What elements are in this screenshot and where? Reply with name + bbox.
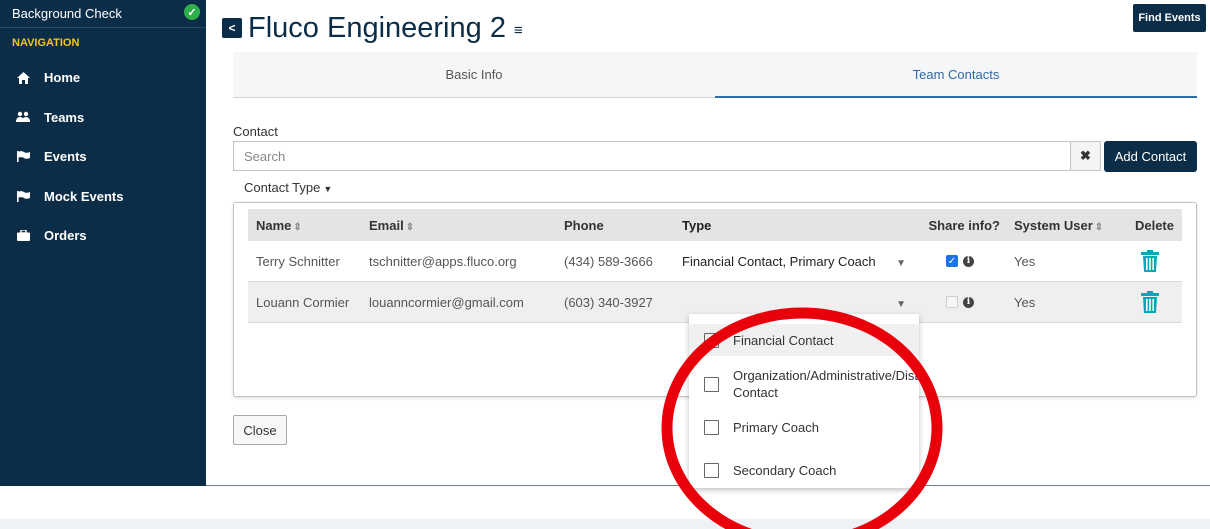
clear-search-button[interactable]: ✖ — [1071, 141, 1101, 171]
tab-team-contacts[interactable]: Team Contacts — [715, 52, 1197, 98]
type-select[interactable]: ▼ — [682, 295, 912, 310]
contact-type-label: Contact Type — [244, 180, 321, 195]
sidebar-item-orders[interactable]: Orders — [0, 216, 206, 256]
hamburger-menu-icon[interactable]: ≡ — [514, 22, 523, 39]
sidebar-item-label: Orders — [44, 228, 87, 244]
cell-delete — [1118, 250, 1182, 272]
close-button[interactable]: Close — [233, 415, 287, 445]
option-label: Primary Coach — [733, 420, 819, 435]
sidebar-item-events[interactable]: Events — [0, 137, 206, 177]
cell-email: tschnitter@apps.fluco.org — [369, 253, 517, 269]
col-share-header: Share info? — [928, 217, 1000, 233]
contact-label: Contact — [233, 124, 278, 139]
cell-name: Louann Cormier — [256, 294, 350, 310]
col-type-header: Type — [682, 217, 712, 233]
table-header: Name ⇕ Email ⇕ Phone Type Share info? Syst… — [248, 209, 1182, 241]
type-dropdown-menu: Financial Contact Organization/Administr… — [689, 314, 919, 488]
checkbox[interactable] — [704, 377, 719, 392]
sidebar-item-label: Events — [44, 149, 87, 165]
sidebar-item-label: Teams — [44, 109, 85, 125]
sidebar-item-label: Mock Events — [44, 188, 124, 204]
col-email-label: Email — [369, 217, 404, 233]
chevron-left-icon: < — [228, 21, 236, 35]
close-icon: ✖ — [1080, 148, 1091, 163]
dropdown-option-financial-contact[interactable]: Financial Contact — [689, 324, 919, 356]
sidebar-item-label: Home — [44, 70, 81, 86]
checkbox[interactable] — [704, 463, 719, 478]
navigation-header: NAVIGATION — [12, 37, 80, 49]
sort-icon: ⇕ — [293, 221, 302, 233]
users-icon — [16, 111, 30, 123]
sidebar-item-home[interactable]: Home — [0, 58, 206, 98]
type-select[interactable]: Financial Contact, Primary Coach ▼ — [682, 254, 912, 269]
option-label: Secondary Coach — [733, 463, 837, 478]
col-name-label: Name — [256, 217, 292, 233]
page-title: Fluco Engineering 2 — [248, 11, 506, 44]
col-email-header[interactable]: Email ⇕ — [369, 218, 564, 233]
check-circle-icon: ✓ — [184, 4, 200, 20]
sort-icon: ⇕ — [1094, 221, 1104, 233]
briefcase-icon — [16, 230, 30, 242]
cell-delete — [1118, 291, 1182, 313]
flag-icon — [16, 151, 30, 163]
sidebar-item-teams[interactable]: Teams — [0, 98, 206, 138]
col-delete-header: Delete — [1134, 217, 1174, 233]
cell-system-user: Yes — [1014, 294, 1036, 310]
tab-basic-info[interactable]: Basic Info — [233, 52, 715, 98]
flag-icon — [16, 190, 30, 202]
cell-phone: (603) 340-3927 — [564, 294, 653, 310]
title-row: < Fluco Engineering 2 ≡ — [222, 8, 523, 48]
info-icon[interactable]: i — [963, 255, 974, 267]
add-contact-button[interactable]: Add Contact — [1104, 141, 1197, 172]
find-events-button[interactable]: Find Events — [1133, 4, 1206, 32]
background-check-item[interactable]: Background Check ✓ — [0, 0, 206, 28]
caret-down-icon: ▼ — [896, 257, 906, 269]
cell-system-user: Yes — [1014, 253, 1036, 269]
checkbox[interactable] — [704, 420, 719, 435]
dropdown-option-secondary-coach[interactable]: Secondary Coach — [689, 462, 919, 482]
caret-down-icon: ▼ — [896, 298, 906, 310]
col-name-header[interactable]: Name ⇕ — [248, 218, 369, 233]
home-icon — [16, 71, 30, 84]
col-system-user-header[interactable]: System User ⇕ — [1008, 218, 1118, 233]
footer-band — [0, 519, 1210, 529]
caret-down-icon: ▼ — [323, 184, 333, 194]
sidebar: Background Check ✓ NAVIGATION Home Teams… — [0, 0, 206, 486]
back-button[interactable]: < — [222, 18, 242, 38]
option-label: Financial Contact — [733, 333, 834, 348]
background-check-label: Background Check — [12, 6, 122, 21]
contacts-table: Name ⇕ Email ⇕ Phone Type Share info? Syst… — [248, 209, 1182, 323]
cell-email: louanncormier@gmail.com — [369, 294, 524, 310]
dropdown-option-primary-coach[interactable]: Primary Coach — [689, 419, 919, 439]
info-icon[interactable]: i — [963, 296, 974, 308]
sidebar-item-mock-events[interactable]: Mock Events — [0, 177, 206, 217]
col-system-user-label: System User — [1014, 217, 1093, 233]
contact-type-dropdown[interactable]: Contact Type ▼ — [244, 180, 332, 195]
cell-share: i — [912, 296, 1008, 308]
option-label: Organization/Administrative/Dist Contact — [733, 368, 918, 400]
col-phone-header: Phone — [564, 217, 604, 233]
dropdown-option-organization-contact[interactable]: Organization/Administrative/Dist Contact — [689, 367, 919, 407]
tab-bar: Basic Info Team Contacts — [233, 52, 1197, 98]
share-checkbox[interactable] — [946, 296, 958, 308]
trash-icon[interactable] — [1141, 291, 1159, 313]
cell-name: Terry Schnitter — [256, 253, 340, 269]
cell-phone: (434) 589-3666 — [564, 253, 653, 269]
table-row: Terry Schnitter tschnitter@apps.fluco.org… — [248, 241, 1182, 282]
trash-icon[interactable] — [1141, 250, 1159, 272]
sort-icon: ⇕ — [405, 221, 415, 233]
share-checkbox[interactable]: ✓ — [946, 255, 958, 267]
contact-search-input[interactable] — [233, 141, 1071, 171]
checkbox[interactable] — [704, 333, 719, 348]
cell-type: Financial Contact, Primary Coach — [682, 253, 876, 269]
cell-share: ✓ i — [912, 255, 1008, 267]
